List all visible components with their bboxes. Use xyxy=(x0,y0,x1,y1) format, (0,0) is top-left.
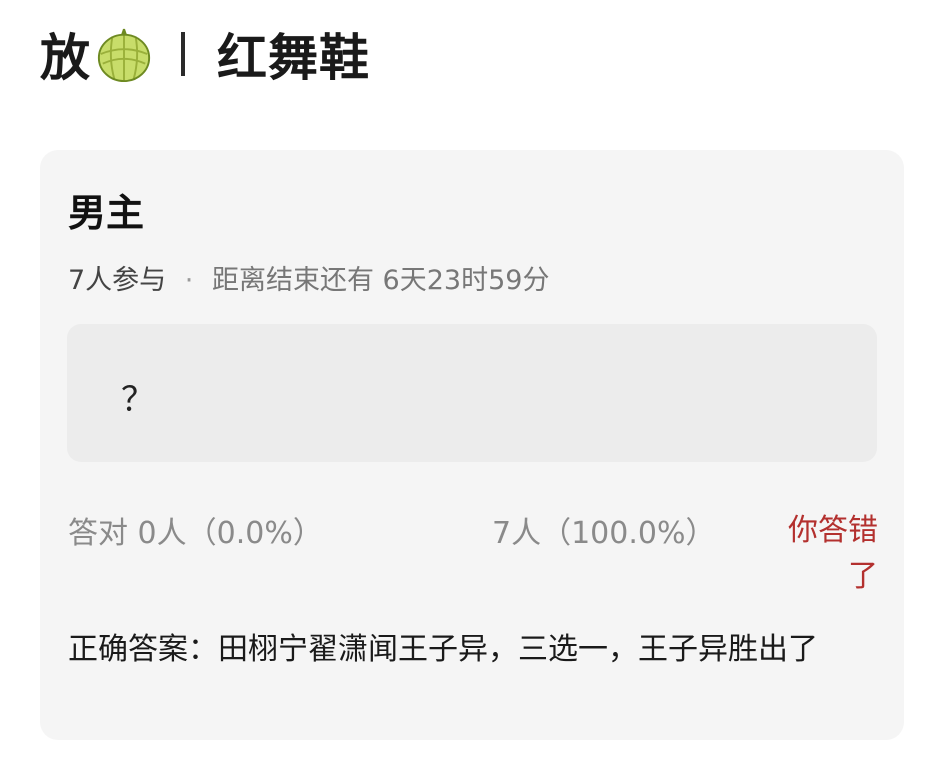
quiz-meta: 7人参与 · 距离结束还有 6天23时59分 xyxy=(68,258,549,297)
quiz-option[interactable]: ？ xyxy=(67,324,877,462)
wrong-stat: 7人（100.0%） xyxy=(492,516,716,551)
quiz-title: 男主 xyxy=(68,191,145,235)
result-status: 你答错了 xyxy=(788,513,878,594)
quiz-card: 男主 7人参与 · 距离结束还有 6天23时59分 ？ 答对 0人（0.0%） … xyxy=(40,150,904,740)
meta-separator: · xyxy=(184,265,194,296)
melon-icon xyxy=(95,25,153,83)
time-remaining: 距离结束还有 6天23时59分 xyxy=(211,265,550,296)
participant-count: 7人参与 xyxy=(68,265,167,296)
page-header: 放 红舞鞋 xyxy=(40,18,370,90)
header-divider xyxy=(181,32,185,76)
header-topic: 红舞鞋 xyxy=(217,29,370,87)
option-text: ？ xyxy=(121,380,155,420)
header-prefix: 放 xyxy=(40,29,91,87)
correct-stat: 答对 0人（0.0%） xyxy=(68,516,323,551)
correct-answer: 正确答案：田栩宁翟潇闻王子异，三选一，王子异胜出了 xyxy=(68,632,818,667)
